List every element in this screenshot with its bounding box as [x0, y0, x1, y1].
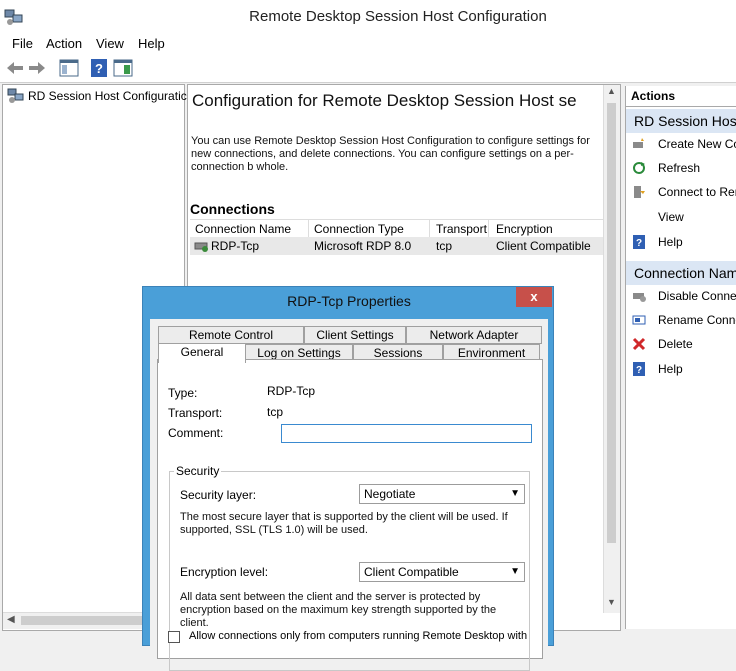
svg-text:?: ?: [636, 365, 642, 376]
action-label: Disable Connec: [658, 289, 736, 303]
col-divider: [429, 220, 430, 238]
encryption-level-description: All data sent between the client and the…: [180, 591, 497, 629]
scroll-left-icon[interactable]: ◀: [7, 614, 15, 625]
general-tab-panel: Type: RDP-Tcp Transport: tcp Comment: Se…: [157, 359, 543, 671]
action-label: Connect to Rer: [658, 185, 736, 199]
col-divider: [488, 220, 489, 238]
col-divider: [308, 220, 309, 238]
tree-root-label: RD Session Host Configuratic: [28, 89, 187, 103]
scroll-down-icon[interactable]: ▼: [607, 597, 616, 607]
properties-dialog: RDP-Tcp Properties x Remote Control Clie…: [142, 286, 554, 671]
nla-checkbox-label: Allow connections only from computers ru…: [189, 630, 528, 642]
security-layer-label: Security layer:: [180, 488, 257, 502]
transport-label: Transport:: [168, 406, 223, 420]
nla-checkbox[interactable]: [168, 631, 180, 643]
help-icon: ?: [633, 235, 645, 249]
center-vertical-scrollbar[interactable]: ▲ ▼: [603, 85, 620, 613]
svg-text:?: ?: [95, 61, 103, 76]
tab-client-settings[interactable]: Client Settings: [304, 326, 406, 344]
dialog-title: RDP-Tcp Properties: [287, 293, 411, 309]
chevron-down-icon: ▼: [510, 488, 520, 499]
action-label: Rename Conne: [658, 313, 736, 327]
tab-remote-control[interactable]: Remote Control: [158, 326, 304, 344]
help-icon[interactable]: ?: [88, 57, 110, 79]
comment-input[interactable]: [281, 424, 532, 443]
col-connection-type[interactable]: Connection Type: [314, 222, 404, 236]
table-row[interactable]: RDP-Tcp Microsoft RDP 8.0 tcp Client Com…: [190, 237, 604, 255]
show-hide-tree-icon[interactable]: [58, 57, 80, 79]
menu-view[interactable]: View: [96, 36, 124, 51]
connect-server-icon: [634, 186, 645, 198]
encryption-level-value: Client Compatible: [364, 565, 459, 579]
section-rd-session-host[interactable]: RD Session Host: [626, 109, 736, 133]
refresh-icon: [633, 162, 645, 174]
security-layer-select[interactable]: Negotiate ▼: [359, 484, 525, 504]
transport-value: tcp: [267, 405, 284, 419]
action-label: Delete: [658, 337, 693, 351]
security-layer-value: Negotiate: [364, 487, 416, 501]
section-title: Connection Nam: [634, 265, 736, 281]
intro-text: You can use Remote Desktop Session Host …: [191, 135, 590, 173]
toolbar: ?: [0, 54, 736, 83]
window-title: Remote Desktop Session Host Configuratio…: [249, 8, 547, 25]
cell-encryption: Client Compatible: [496, 239, 591, 253]
svg-text:?: ?: [636, 238, 642, 249]
action-label: Refresh: [658, 161, 701, 175]
connections-table-header: Connection Name Connection Type Transpor…: [190, 219, 604, 239]
col-encryption[interactable]: Encryption: [496, 222, 553, 236]
actions-pane: Actions RD Session Host Create New Co Re…: [625, 86, 736, 629]
help-icon: ?: [633, 362, 645, 376]
new-connection-icon: [633, 138, 644, 148]
col-transport[interactable]: Transport: [436, 222, 487, 236]
forward-arrow-icon[interactable]: [26, 57, 48, 79]
show-hide-action-pane-icon[interactable]: [112, 57, 134, 79]
rd-session-host-icon: [7, 88, 24, 103]
dialog-body: Remote Control Client Settings Network A…: [150, 319, 548, 671]
cell-transport: tcp: [436, 239, 453, 253]
section-title: RD Session Host: [634, 113, 736, 129]
disable-connection-icon: [633, 293, 646, 302]
comment-label: Comment:: [168, 426, 224, 440]
title-bar: Remote Desktop Session Host Configuratio…: [0, 0, 736, 34]
connection-icon: [194, 242, 208, 252]
rename-icon: [632, 315, 646, 325]
encryption-level-select[interactable]: Client Compatible ▼: [359, 562, 525, 582]
actions-header: Actions: [626, 86, 736, 107]
col-connection-name[interactable]: Connection Name: [195, 222, 291, 236]
action-label: Help: [658, 362, 683, 376]
type-value: RDP-Tcp: [267, 384, 316, 398]
back-arrow-icon[interactable]: [4, 57, 26, 79]
menu-bar: File Action View Help: [0, 34, 736, 54]
close-icon: x: [530, 289, 538, 304]
action-label: View: [658, 210, 684, 224]
page-title: Configuration for Remote Desktop Session…: [192, 91, 577, 110]
scroll-thumb[interactable]: [21, 616, 161, 625]
close-button[interactable]: x: [516, 287, 552, 307]
chevron-down-icon: ▼: [510, 566, 520, 577]
tab-general[interactable]: General: [158, 343, 246, 363]
security-group-label: Security: [174, 464, 222, 478]
cell-connection-type: Microsoft RDP 8.0: [314, 239, 412, 253]
cell-connection-name: RDP-Tcp: [211, 239, 260, 253]
connections-title: Connections: [190, 201, 275, 217]
type-label: Type:: [168, 386, 198, 400]
action-label: Help: [658, 235, 683, 249]
encryption-level-label: Encryption level:: [180, 565, 269, 579]
scroll-up-icon[interactable]: ▲: [607, 86, 616, 96]
section-connection-name[interactable]: Connection Nam: [626, 261, 736, 285]
action-label: Create New Co: [658, 137, 736, 151]
menu-action[interactable]: Action: [46, 36, 82, 51]
menu-help[interactable]: Help: [138, 36, 165, 51]
tab-network-adapter[interactable]: Network Adapter: [406, 326, 542, 344]
security-layer-description: The most secure layer that is supported …: [180, 511, 508, 536]
delete-icon: [632, 337, 646, 351]
menu-file[interactable]: File: [12, 36, 33, 51]
scroll-thumb[interactable]: [607, 103, 616, 543]
actions-header-label: Actions: [631, 89, 676, 103]
